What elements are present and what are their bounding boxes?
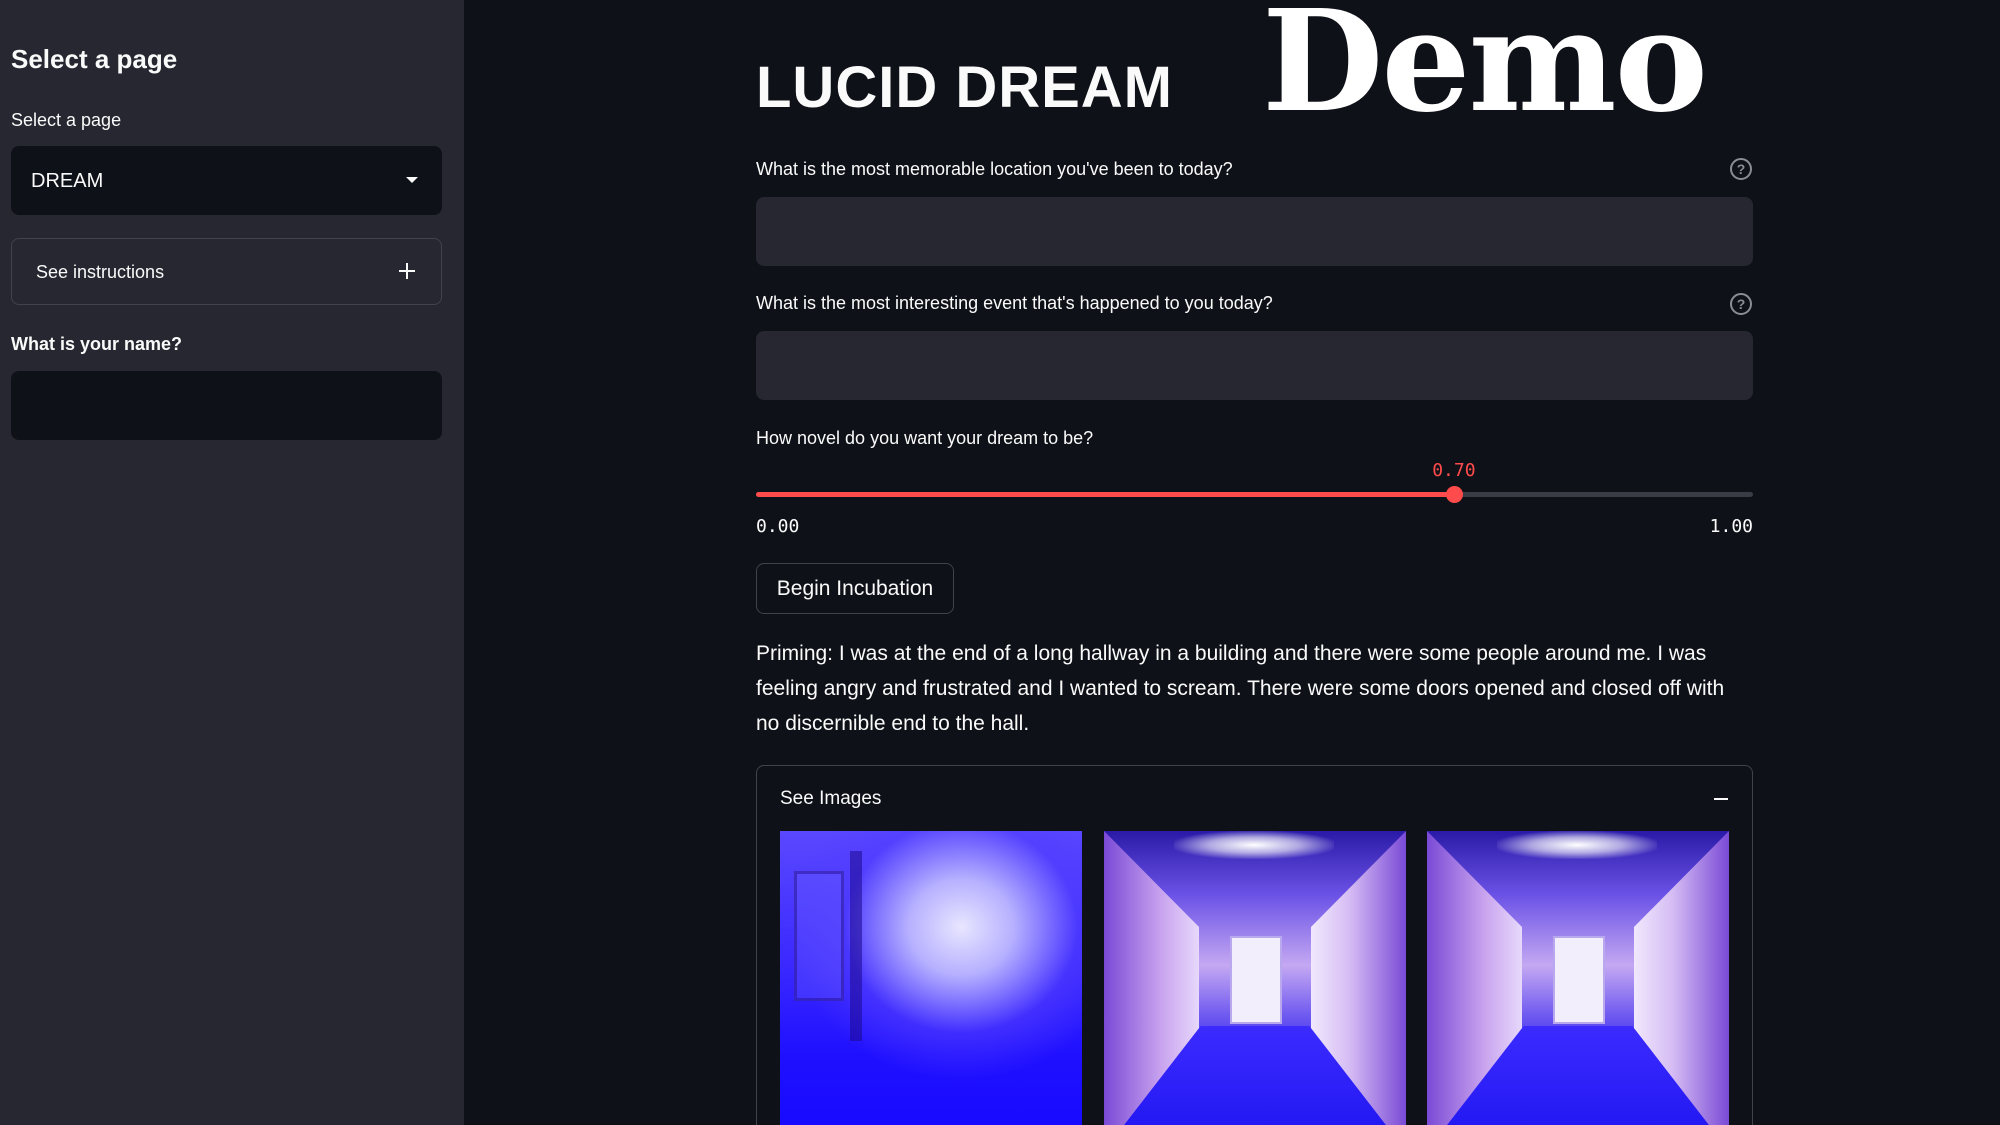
demo-overlay-text: Demo — [1262, 0, 1708, 144]
instructions-expander-label: See instructions — [36, 262, 165, 282]
images-expander[interactable]: See Images — [756, 765, 1753, 1125]
sidebar-heading: Select a page — [11, 44, 178, 74]
novelty-slider-fill — [756, 492, 1454, 497]
instructions-expander[interactable]: See instructions — [11, 238, 442, 305]
event-input[interactable] — [756, 331, 1753, 400]
priming-text: Priming: I was at the end of a long hall… — [756, 642, 1725, 735]
location-question-label: What is the most memorable location you'… — [756, 159, 1233, 179]
novelty-slider-label: How novel do you want your dream to be? — [756, 428, 1094, 448]
begin-incubation-button[interactable]: Begin Incubation — [756, 563, 954, 614]
page-select-value: DREAM — [31, 170, 104, 192]
name-input[interactable] — [11, 371, 442, 440]
page-select-label: Select a page — [11, 110, 122, 130]
novelty-slider-min: 0.00 — [756, 516, 800, 537]
dream-image — [780, 831, 1082, 1125]
app: Select a page Select a page DREAM See in… — [0, 0, 2000, 1125]
images-expander-label: See Images — [780, 788, 882, 809]
name-label: What is your name? — [11, 334, 183, 354]
plus-icon — [399, 263, 415, 279]
dream-image — [1427, 831, 1729, 1125]
page-select[interactable]: DREAM — [11, 146, 442, 215]
location-input[interactable] — [756, 197, 1753, 266]
chevron-down-icon — [406, 177, 418, 183]
novelty-slider-thumb[interactable] — [1445, 486, 1463, 503]
help-icon[interactable]: ? — [1730, 158, 1752, 180]
dream-image — [1104, 831, 1406, 1125]
sidebar: Select a page Select a page DREAM See in… — [0, 0, 464, 1125]
event-question-label: What is the most interesting event that'… — [756, 293, 1273, 313]
novelty-slider[interactable] — [756, 486, 1753, 503]
help-icon[interactable]: ? — [1730, 293, 1752, 315]
novelty-slider-max: 1.00 — [1709, 516, 1753, 537]
page-title: LUCID DREAM — [756, 55, 1173, 120]
minus-icon — [1714, 798, 1728, 800]
novelty-slider-value: 0.70 — [1432, 460, 1476, 481]
